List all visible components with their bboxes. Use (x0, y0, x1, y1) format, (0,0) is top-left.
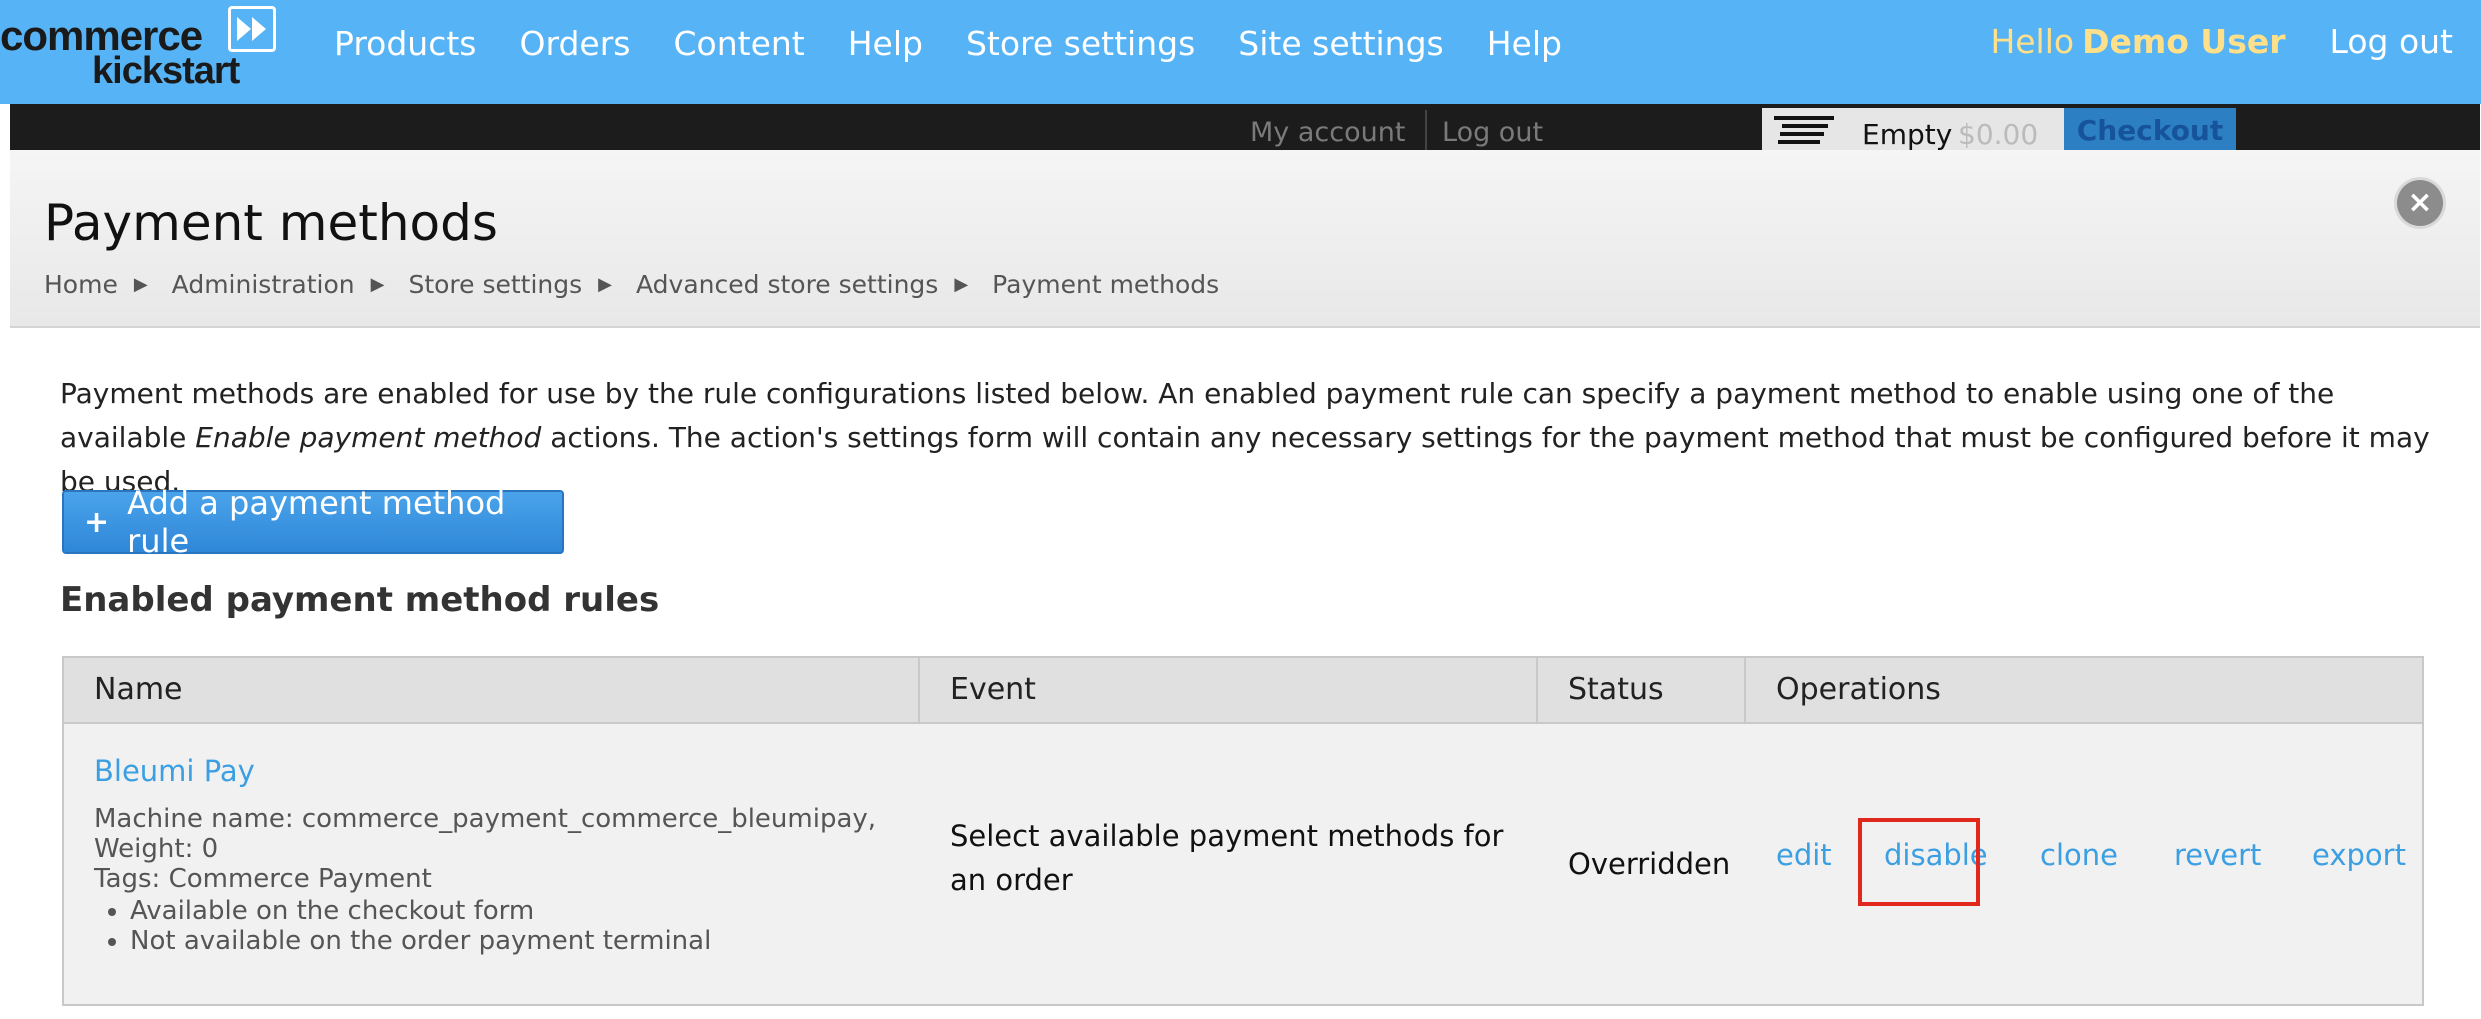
list-item: Not available on the order payment termi… (130, 926, 920, 956)
breadcrumb-arrow-icon: ▶ (954, 274, 969, 295)
rule-status-cell: Overridden (1568, 847, 1731, 881)
strip-logout-link[interactable]: Log out (1442, 117, 1543, 148)
clone-link[interactable]: clone (2040, 838, 2118, 872)
cart-icon (1772, 114, 1842, 150)
strip-divider (1425, 110, 1427, 150)
breadcrumb-advanced-store-settings[interactable]: Advanced store settings (636, 270, 938, 299)
cart-status: Empty (1862, 118, 1953, 150)
section-title: Enabled payment method rules (60, 580, 660, 620)
rule-availability-list: Available on the checkout form Not avail… (94, 896, 920, 956)
description-emphasis: Enable payment method (195, 421, 542, 454)
table-header: Name Event Status Operations (64, 658, 2422, 724)
breadcrumb-administration[interactable]: Administration (172, 270, 355, 299)
export-link[interactable]: export (2312, 838, 2406, 872)
nav-site-settings[interactable]: Site settings (1238, 24, 1443, 63)
column-header-operations: Operations (1776, 672, 1941, 707)
breadcrumb-arrow-icon: ▶ (370, 274, 385, 295)
table-row: Bleumi Pay Machine name: commerce_paymen… (64, 724, 2422, 1004)
breadcrumb-arrow-icon: ▶ (598, 274, 613, 295)
rules-table: Name Event Status Operations Bleumi Pay … (62, 656, 2424, 1006)
list-item: Available on the checkout form (130, 896, 920, 926)
rule-tags: Tags: Commerce Payment (94, 864, 432, 894)
main-nav: Products Orders Content Help Store setti… (334, 24, 1605, 63)
hello-label: Hello (1990, 22, 2075, 61)
commerce-kickstart-logo[interactable]: commerce kickstart (0, 4, 280, 100)
rule-machine-name: Machine name: commerce_payment_commerce_… (94, 804, 877, 834)
rule-event-cell: Select available payment methods for an … (950, 819, 1504, 897)
rule-operations-cell: edit disable clone revert export (1746, 724, 2422, 1004)
nav-help[interactable]: Help (848, 24, 923, 63)
column-header-status: Status (1538, 658, 1746, 722)
column-header-event: Event (920, 658, 1538, 722)
breadcrumb: Home ▶ Administration ▶ Store settings ▶… (44, 270, 1219, 299)
breadcrumb-arrow-icon: ▶ (133, 274, 148, 295)
breadcrumb-home[interactable]: Home (44, 270, 118, 299)
logo-word-kickstart: kickstart (92, 50, 240, 92)
close-icon[interactable]: × (2397, 180, 2443, 226)
page-title: Payment methods (44, 194, 498, 252)
checkout-button[interactable]: Checkout (2064, 108, 2236, 150)
add-button-label: Add a payment method rule (127, 484, 506, 560)
overlay-header: Payment methods Home ▶ Administration ▶ … (10, 150, 2480, 328)
overlay-dialog: Payment methods Home ▶ Administration ▶ … (10, 150, 2480, 1019)
disable-highlight-box (1858, 818, 1980, 906)
nav-help-secondary[interactable]: Help (1487, 24, 1562, 63)
logout-link[interactable]: Log out (2330, 22, 2453, 61)
breadcrumb-payment-methods: Payment methods (992, 270, 1220, 299)
revert-link[interactable]: revert (2174, 838, 2261, 872)
add-payment-method-rule-button[interactable]: + Add a payment method rule (62, 484, 564, 560)
plus-icon: + (84, 504, 110, 540)
nav-content[interactable]: Content (673, 24, 804, 63)
rule-weight: Weight: 0 (94, 834, 219, 864)
cart-summary[interactable]: Empty $0.00 (1762, 108, 2064, 150)
user-area: Hello Demo User Log out (1990, 22, 2453, 61)
cart-total: $0.00 (1958, 118, 2039, 150)
breadcrumb-store-settings[interactable]: Store settings (408, 270, 582, 299)
rule-name-link[interactable]: Bleumi Pay (94, 754, 920, 788)
my-account-link[interactable]: My account (1250, 117, 1405, 148)
admin-toolbar: commerce kickstart Products Orders Conte… (0, 0, 2481, 104)
nav-orders[interactable]: Orders (520, 24, 631, 63)
user-name[interactable]: Demo User (2082, 22, 2285, 61)
site-header-strip: My account Log out Empty $0.00 Checkout (10, 104, 2480, 150)
rule-name-cell: Bleumi Pay Machine name: commerce_paymen… (64, 724, 920, 1004)
column-header-name: Name (64, 658, 920, 722)
nav-products[interactable]: Products (334, 24, 477, 63)
nav-store-settings[interactable]: Store settings (966, 24, 1195, 63)
edit-link[interactable]: edit (1776, 838, 1832, 872)
fast-forward-icon (228, 6, 276, 52)
